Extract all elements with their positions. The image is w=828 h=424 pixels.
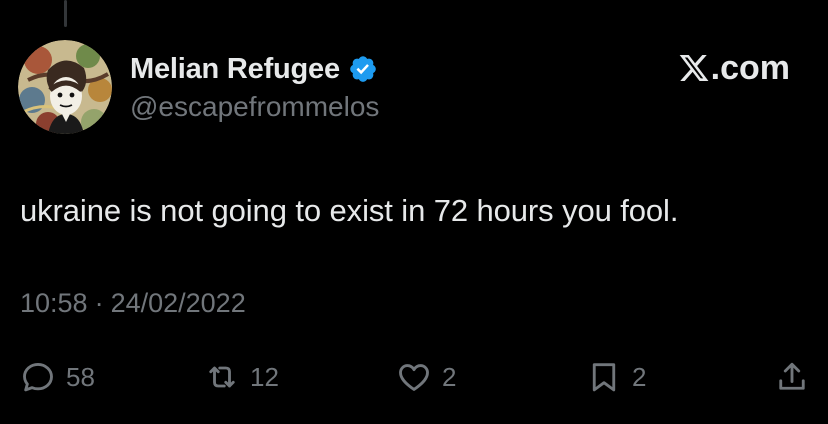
tweet-actions-bar: 58 12 2 2 bbox=[0, 355, 828, 399]
avatar[interactable] bbox=[18, 40, 112, 134]
reply-icon bbox=[23, 362, 53, 392]
share-icon bbox=[779, 362, 805, 390]
repost-count: 12 bbox=[250, 361, 279, 392]
avatar-image bbox=[18, 40, 112, 134]
author-name-row[interactable]: Melian Refugee bbox=[130, 50, 378, 88]
bookmark-icon bbox=[592, 363, 616, 392]
tweet-text: ukraine is not going to exist in 72 hour… bbox=[20, 193, 679, 228]
bookmark-count: 2 bbox=[632, 361, 647, 392]
x-logo-icon bbox=[679, 55, 709, 81]
verified-badge-icon bbox=[348, 54, 378, 84]
reply-count: 58 bbox=[66, 361, 95, 392]
x-com-brand: .com bbox=[678, 48, 790, 88]
tweet-date: 24/02/2022 bbox=[110, 288, 246, 318]
thread-connector-line bbox=[64, 0, 67, 27]
brand-text: .com bbox=[710, 48, 790, 87]
tweet-timestamp[interactable]: 10:58 · 24/02/2022 bbox=[20, 288, 246, 319]
bookmark-button[interactable]: 2 bbox=[586, 355, 646, 399]
share-button[interactable] bbox=[774, 355, 810, 399]
display-name[interactable]: Melian Refugee bbox=[130, 53, 340, 86]
author-handle[interactable]: @escapefrommelos bbox=[130, 91, 379, 123]
tweet-time: 10:58 bbox=[20, 288, 88, 318]
like-button[interactable]: 2 bbox=[396, 355, 456, 399]
like-icon bbox=[399, 364, 429, 391]
like-count: 2 bbox=[442, 361, 457, 392]
reply-button[interactable]: 58 bbox=[20, 355, 95, 399]
repost-button[interactable]: 12 bbox=[204, 355, 279, 399]
timestamp-separator: · bbox=[94, 288, 104, 318]
repost-icon bbox=[209, 366, 235, 388]
